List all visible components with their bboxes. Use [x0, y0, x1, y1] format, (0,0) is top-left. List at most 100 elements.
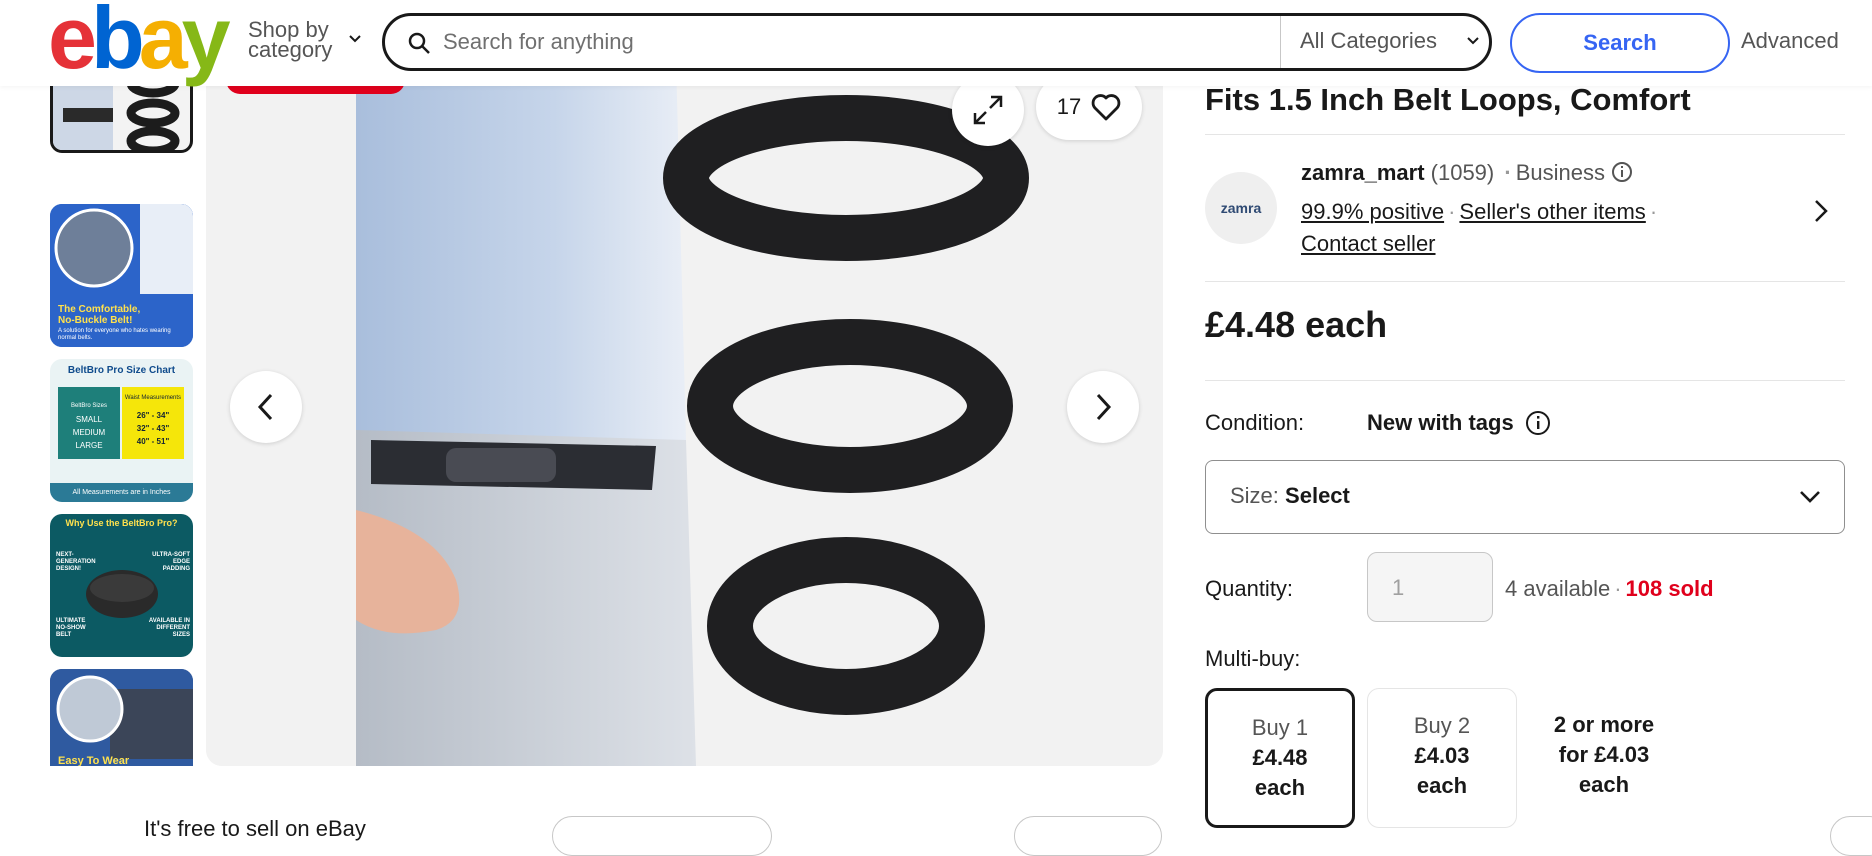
seller-name[interactable]: zamra_mart — [1301, 160, 1425, 185]
thumb3-col2: Waist Measurements — [124, 395, 182, 401]
search-button[interactable]: Search — [1510, 13, 1730, 73]
sold-count: 108 sold — [1625, 576, 1714, 601]
multibuy-line1: Buy 2 — [1413, 713, 1471, 738]
thumb3-val3: 40" - 51" — [136, 437, 170, 446]
chevron-down-icon — [1800, 491, 1820, 503]
site-header: ebay Shop by category All Categories Sea… — [0, 0, 1872, 86]
seller-info: zamra_mart (1059) · Business — [1301, 160, 1633, 186]
chevron-down-icon — [349, 35, 361, 43]
item-price: £4.48 each — [1205, 304, 1388, 345]
footer-button[interactable] — [1014, 816, 1162, 856]
thumbnail-image — [50, 669, 193, 766]
thumb4-f2: ULTRA-SOFT EDGE PADDING — [152, 552, 190, 572]
search-icon — [408, 32, 430, 54]
multibuy-line2: £4.48 — [1252, 745, 1308, 770]
category-select[interactable]: All Categories — [1300, 28, 1479, 54]
thumb4-f1: NEXT-GENERATION DESIGN! — [56, 552, 96, 572]
separator-dot: · — [1649, 199, 1658, 224]
logo-letter-a: a — [138, 0, 188, 87]
multibuy-line1: Buy 1 — [1251, 715, 1309, 740]
next-image-button[interactable] — [1067, 371, 1139, 443]
info-icon[interactable] — [1611, 161, 1633, 183]
separator-dot: · — [1614, 576, 1622, 601]
divider — [1205, 380, 1845, 381]
size-label: Size: — [1230, 483, 1279, 508]
available-count: 4 available — [1505, 576, 1611, 601]
multibuy-option-3[interactable]: 2 or more for £4.03 each — [1529, 688, 1679, 828]
size-select[interactable]: Size: Select — [1205, 460, 1845, 534]
thumb3-row3: LARGE — [75, 441, 103, 450]
thumb3-row2: MEDIUM — [72, 428, 106, 437]
separator-dot: · — [1504, 160, 1512, 185]
previous-image-button[interactable] — [230, 371, 302, 443]
thumb3-val1: 26" - 34" — [136, 411, 170, 420]
watch-count: 17 — [1056, 94, 1082, 119]
chevron-right-icon[interactable] — [1813, 198, 1829, 224]
carousel-next-button[interactable] — [1830, 816, 1872, 856]
thumb3-foot: All Measurements are in Inches — [50, 483, 193, 502]
multibuy-option-1[interactable]: Buy 1 £4.48 each — [1205, 688, 1355, 828]
heart-icon — [1091, 94, 1121, 121]
chevron-right-icon — [1096, 393, 1112, 421]
seller-logo-text: zamra — [1220, 200, 1262, 216]
multibuy-option-2[interactable]: Buy 2 £4.03 each — [1367, 688, 1517, 828]
thumb3-col1: BeltBro Sizes — [70, 403, 107, 409]
availability: 4 available · 108 sold — [1505, 576, 1714, 602]
thumb3-sizes-col: BeltBro Sizes SMALL MEDIUM LARGE — [58, 387, 120, 459]
seller-links: 99.9% positive · Seller's other items · Con… — [1301, 196, 1661, 260]
expand-icon — [973, 95, 1003, 125]
contact-seller-link[interactable]: Contact seller — [1301, 231, 1436, 256]
multibuy-line2: £4.03 — [1414, 743, 1470, 768]
footer-button[interactable] — [552, 816, 772, 856]
listing-title: Fits 1.5 Inch Belt Loops, Comfort — [1205, 82, 1691, 117]
shop-by-line2: category — [248, 37, 333, 62]
search-bar: All Categories — [382, 13, 1492, 71]
chevron-left-icon — [257, 393, 273, 421]
divider — [1205, 134, 1845, 135]
thumbnail-4[interactable]: Why Use the BeltBro Pro? NEXT-GENERATION… — [50, 514, 193, 657]
advanced-search-link[interactable]: Advanced — [1741, 28, 1839, 54]
multibuy-line3: each — [1578, 772, 1630, 797]
thumb3-row1: SMALL — [75, 415, 103, 424]
seller-type: Business — [1515, 160, 1605, 185]
sellers-other-items-link[interactable]: Seller's other items — [1459, 199, 1645, 224]
multibuy-line3: each — [1416, 773, 1468, 798]
thumb2-caption: The Comfortable, No-Buckle Belt! — [58, 304, 141, 326]
positive-feedback-link[interactable]: 99.9% positive — [1301, 199, 1444, 224]
logo-letter-y: y — [181, 0, 231, 87]
multibuy-line2: for £4.03 — [1558, 742, 1650, 767]
sell-free-text: It's free to sell on eBay — [144, 816, 366, 841]
condition-value: New with tags — [1367, 410, 1514, 435]
category-label: All Categories — [1300, 28, 1437, 53]
thumb3-caption: BeltBro Pro Size Chart — [67, 365, 176, 376]
multibuy-line1: 2 or more — [1553, 712, 1655, 737]
search-divider — [1280, 16, 1281, 68]
quantity-label: Quantity: — [1205, 576, 1294, 601]
multibuy-line3: each — [1254, 775, 1306, 800]
shop-by-category[interactable]: Shop by category — [248, 19, 361, 62]
product-photo — [206, 60, 1163, 766]
thumbnail-3[interactable]: BeltBro Pro Size Chart BeltBro Sizes SMA… — [50, 359, 193, 502]
info-icon[interactable] — [1525, 410, 1551, 436]
thumb5-caption: Easy To Wear — [58, 755, 130, 766]
chevron-down-icon — [1467, 37, 1479, 45]
separator-dot: · — [1448, 199, 1456, 224]
condition-label: Condition: — [1205, 410, 1305, 435]
main-product-image[interactable]: IN 2 BASKETS 17 — [206, 60, 1163, 766]
thumb4-f3: ULTIMATE NO-SHOW BELT — [56, 618, 86, 638]
quantity-input[interactable]: 1 — [1367, 552, 1493, 622]
logo-letter-b: b — [90, 0, 145, 87]
divider — [1205, 281, 1845, 282]
search-input[interactable] — [443, 24, 1243, 60]
seller-feedback-count: (1059) — [1430, 160, 1495, 185]
ebay-logo[interactable]: ebay — [48, 0, 231, 87]
thumbnail-5[interactable]: Easy To Wear — [50, 669, 193, 766]
seller-avatar[interactable]: zamra — [1205, 172, 1277, 244]
thumbnail-2[interactable]: The Comfortable, No-Buckle Belt! A solut… — [50, 204, 193, 347]
logo-letter-e: e — [48, 0, 97, 87]
size-value: Select — [1285, 483, 1350, 508]
thumb3-val2: 32" - 43" — [136, 424, 170, 433]
thumbnail-strip: The Comfortable, No-Buckle Belt! A solut… — [50, 60, 195, 766]
multibuy-label: Multi-buy: — [1205, 646, 1301, 671]
thumb3-waist-col: Waist Measurements 26" - 34" 32" - 43" 4… — [122, 387, 184, 459]
